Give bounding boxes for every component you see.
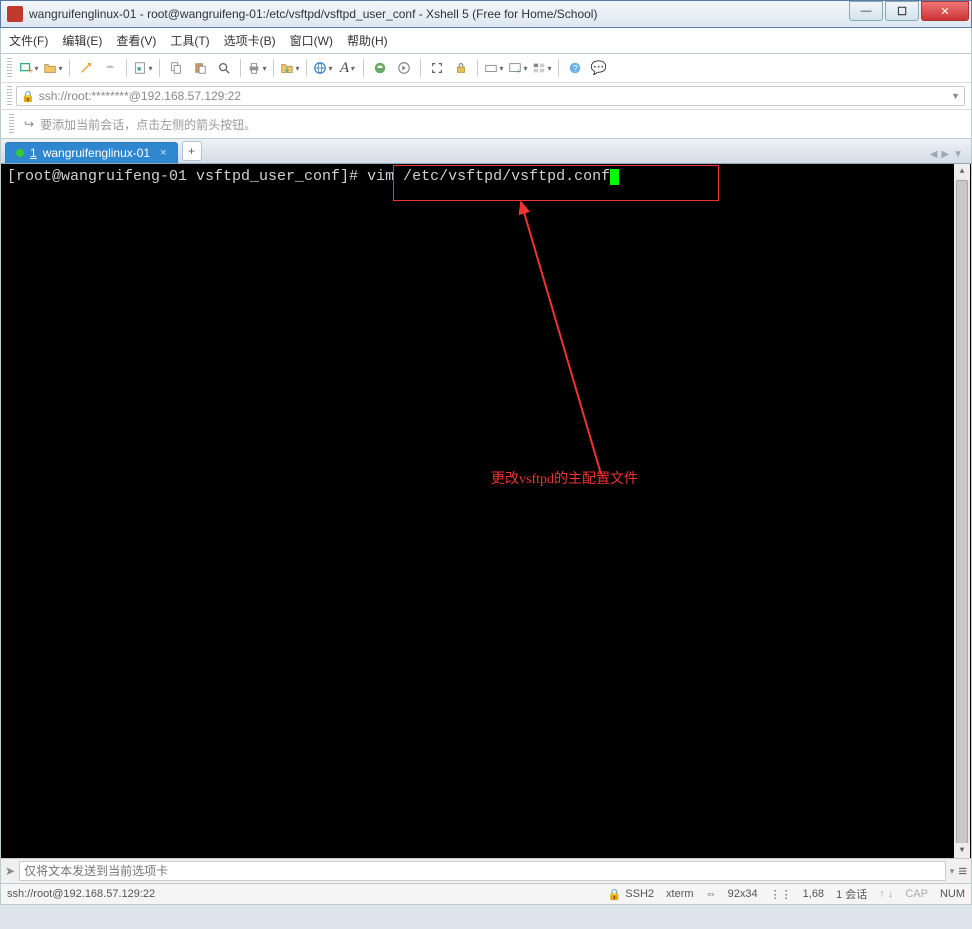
status-cap: CAP <box>905 888 928 900</box>
scroll-down-icon[interactable]: ▼ <box>954 843 970 858</box>
paste-button[interactable] <box>189 57 211 79</box>
session-tab[interactable]: 1 wangruifenglinux-01 × <box>5 142 178 163</box>
main-toolbar: + A + ? 💬 <box>0 54 972 83</box>
tip-bar: ↪ 要添加当前会话，点击左侧的箭头按钮。 <box>0 110 972 139</box>
status-updown: ↑ ↓ <box>879 888 893 900</box>
properties-button[interactable] <box>132 57 154 79</box>
lock-button[interactable] <box>450 57 472 79</box>
layout-button[interactable] <box>531 57 553 79</box>
addr-grip <box>7 86 12 106</box>
annotation-text: 更改vsftpd的主配置文件 <box>491 468 638 488</box>
prompt: [root@wangruifeng-01 vsftpd_user_conf]# <box>7 168 367 185</box>
address-text: ssh://root:********@192.168.57.129:22 <box>39 89 947 103</box>
maximize-button[interactable]: ☐ <box>885 1 919 21</box>
toolbar-grip <box>7 58 12 78</box>
annotation-arrow <box>501 194 681 484</box>
new-tab-button[interactable]: + <box>182 141 202 161</box>
close-button[interactable]: ✕ <box>921 1 969 21</box>
address-box[interactable]: 🔒 ssh://root:********@192.168.57.129:22 … <box>16 86 965 106</box>
send-menu-icon[interactable]: ≡ <box>958 863 967 880</box>
menu-view[interactable]: 查看(V) <box>116 32 156 49</box>
status-pos: ⋮⋮ 1,68 <box>770 888 824 901</box>
tab-next-icon[interactable]: ▶ <box>941 149 949 160</box>
menu-bar: 文件(F) 编辑(E) 查看(V) 工具(T) 选项卡(B) 窗口(W) 帮助(… <box>0 28 972 54</box>
lock-icon: 🔒 <box>21 90 35 103</box>
scroll-up-icon[interactable]: ▲ <box>954 164 970 179</box>
menu-file[interactable]: 文件(F) <box>9 32 48 49</box>
status-sessions: 1 会话 <box>836 886 867 902</box>
app-icon <box>7 6 23 22</box>
status-proto: 🔒SSH2 <box>608 888 654 901</box>
reconnect-button[interactable] <box>75 57 97 79</box>
xftp-button[interactable] <box>393 57 415 79</box>
print-button[interactable] <box>246 57 268 79</box>
disconnect-button[interactable] <box>99 57 121 79</box>
status-size: ⇔ 92x34 <box>706 888 758 900</box>
status-bar: ssh://root@192.168.57.129:22 🔒SSH2 xterm… <box>0 884 972 905</box>
tab-nav: ◀ ▶ ▼ <box>930 149 963 160</box>
send-icon[interactable]: ➤ <box>5 864 15 878</box>
fullscreen-button[interactable] <box>426 57 448 79</box>
status-num: NUM <box>940 888 965 900</box>
tab-menu-icon[interactable]: ▼ <box>953 149 963 160</box>
font-button[interactable]: A <box>336 57 358 79</box>
menu-tools[interactable]: 工具(T) <box>170 32 209 49</box>
title-bar: wangruifenglinux-01 - root@wangruifeng-0… <box>0 0 972 28</box>
address-bar: 🔒 ssh://root:********@192.168.57.129:22 … <box>0 83 972 110</box>
encoding-button[interactable] <box>312 57 334 79</box>
menu-help[interactable]: 帮助(H) <box>347 32 388 49</box>
send-bar: ➤ ▾ ≡ <box>0 858 972 884</box>
new-session-button[interactable]: + <box>18 57 40 79</box>
svg-text:+: + <box>517 68 521 75</box>
transfer-button[interactable] <box>279 57 301 79</box>
tab-strip: 1 wangruifenglinux-01 × + ◀ ▶ ▼ <box>0 139 972 164</box>
tab-prev-icon[interactable]: ◀ <box>930 149 938 160</box>
chat-button[interactable]: 💬 <box>588 57 610 79</box>
tab-status-dot <box>16 149 24 157</box>
find-button[interactable] <box>213 57 235 79</box>
lock-small-icon: 🔒 <box>608 888 622 901</box>
open-button[interactable] <box>42 57 64 79</box>
keyboard-button[interactable] <box>483 57 505 79</box>
tip-grip <box>9 114 14 134</box>
svg-text:?: ? <box>573 64 578 74</box>
help-button[interactable]: ? <box>564 57 586 79</box>
xagent-button[interactable] <box>369 57 391 79</box>
terminal[interactable]: [root@wangruifeng-01 vsftpd_user_conf]# … <box>0 164 972 858</box>
status-term: xterm <box>666 888 694 900</box>
send-target-icon[interactable]: ▾ <box>950 866 955 877</box>
status-connection: ssh://root@192.168.57.129:22 <box>7 888 155 900</box>
add-session-icon[interactable]: ↪ <box>24 117 34 131</box>
svg-text:+: + <box>29 66 33 75</box>
window-title: wangruifenglinux-01 - root@wangruifeng-0… <box>29 7 847 21</box>
minimize-button[interactable]: — <box>849 1 883 21</box>
address-dropdown-icon[interactable]: ▼ <box>951 91 960 101</box>
tab-close-icon[interactable]: × <box>160 147 166 159</box>
tip-text: 要添加当前会话，点击左侧的箭头按钮。 <box>40 116 256 133</box>
copy-button[interactable] <box>165 57 187 79</box>
tab-index: 1 <box>30 146 37 160</box>
menu-tab[interactable]: 选项卡(B) <box>224 32 276 49</box>
menu-edit[interactable]: 编辑(E) <box>62 32 102 49</box>
menu-window[interactable]: 窗口(W) <box>290 32 333 49</box>
screen-button[interactable]: + <box>507 57 529 79</box>
terminal-scrollbar[interactable]: ▲ ▼ <box>954 164 970 858</box>
scroll-thumb[interactable] <box>956 180 968 850</box>
send-input[interactable] <box>19 861 946 881</box>
tab-title: wangruifenglinux-01 <box>43 146 150 160</box>
